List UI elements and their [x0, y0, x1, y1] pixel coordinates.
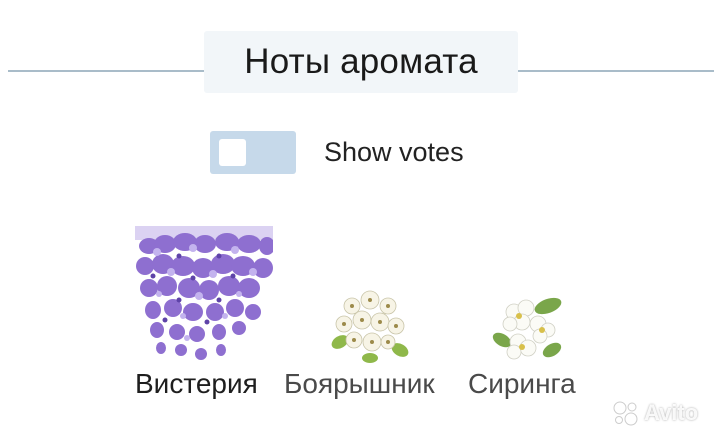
show-votes-toggle[interactable]: [210, 131, 296, 174]
note-name: Боярышник: [284, 368, 435, 399]
avito-logo-icon: [613, 401, 638, 426]
watermark-text: Avito: [644, 400, 699, 425]
note-wisteria[interactable]: Вистерия: [135, 226, 285, 406]
section-title: Ноты аромата: [244, 42, 478, 81]
section-title-box: Ноты аромата: [204, 31, 518, 93]
wisteria-icon: [135, 226, 273, 360]
note-name: Сиринга: [468, 368, 576, 399]
note-hawthorn[interactable]: Боярышник: [284, 226, 464, 406]
mock-orange-icon: [492, 297, 562, 360]
hawthorn-icon: [331, 290, 409, 363]
show-votes-label[interactable]: Show votes: [324, 137, 464, 168]
section-divider-right: [518, 70, 714, 72]
note-mock-orange[interactable]: Сиринга: [468, 226, 598, 406]
section-divider-left: [8, 70, 204, 72]
note-name: Вистерия: [135, 368, 258, 399]
avito-watermark: Avito: [612, 398, 712, 428]
toggle-knob: [219, 139, 246, 166]
